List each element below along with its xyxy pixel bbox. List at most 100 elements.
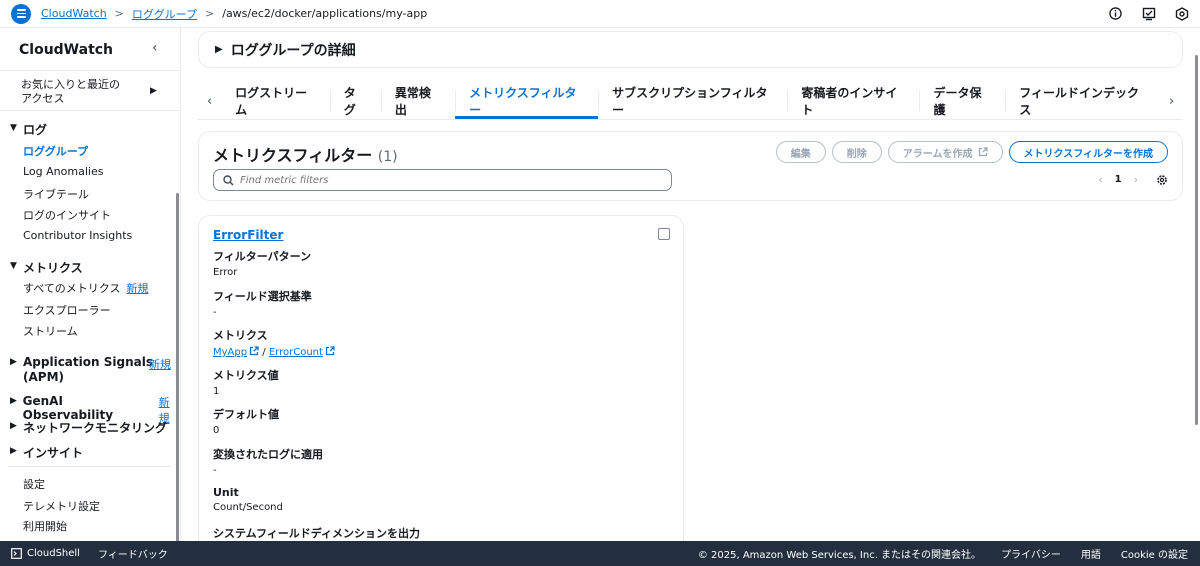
search-icon — [223, 174, 234, 186]
sidebar-section-network-monitoring[interactable]: ▶ ネットワークモニタリング — [10, 419, 167, 436]
panel-title: メトリクスフィルター (1) — [213, 142, 398, 166]
sidebar-title: CloudWatch — [19, 42, 114, 58]
sidebar-item-telemetry-settings[interactable]: テレメトリ設定 — [23, 498, 100, 514]
terminal-icon — [11, 548, 22, 559]
field-unit: Unit Count/Second — [213, 486, 283, 513]
field-label: メトリクス — [213, 329, 268, 342]
sidebar-scrollbar[interactable] — [176, 193, 179, 541]
previous-page-icon[interactable]: ‹ — [1098, 173, 1102, 186]
tab-data-protection[interactable]: データ保護 — [919, 83, 1005, 119]
cloudshell-button[interactable]: CloudShell — [11, 548, 80, 559]
caret-down-icon: ▼ — [10, 123, 17, 133]
select-checkbox[interactable] — [658, 228, 670, 240]
metric-filter-card: ErrorFilter フィルターパターン Error フィールド選択基準 - … — [198, 215, 684, 541]
chevron-left-icon[interactable]: ‹ — [152, 40, 158, 56]
field-filter-pattern: フィルターパターン Error — [213, 248, 311, 278]
chevron-left-icon[interactable]: ‹ — [198, 83, 221, 119]
preferences-gear-icon[interactable] — [1156, 174, 1168, 186]
external-link-icon — [249, 346, 259, 356]
caret-right-icon[interactable]: ▶ — [150, 86, 157, 96]
tab-anomaly-detection[interactable]: 異常検出 — [380, 83, 455, 119]
sidebar-item-settings[interactable]: 設定 — [23, 476, 45, 492]
edit-button[interactable]: 編集 — [775, 141, 826, 163]
search-box — [213, 169, 672, 191]
info-icon[interactable] — [1107, 5, 1124, 22]
main-content: ▶ ロググループの詳細 ‹ ログストリーム タグ 異常検出 メトリクスフィルター… — [181, 28, 1200, 541]
metric-namespace-link[interactable]: MyApp — [213, 347, 247, 358]
tab-tags[interactable]: タグ — [329, 83, 381, 119]
favorites-label-line2: アクセス — [21, 92, 65, 105]
field-value: MyApp / ErrorCount — [213, 346, 335, 358]
filter-name-link[interactable]: ErrorFilter — [213, 228, 283, 242]
privacy-link[interactable]: プライバシー — [1001, 546, 1061, 561]
cookie-settings-link[interactable]: Cookie の設定 — [1121, 546, 1188, 561]
notifications-icon[interactable] — [1140, 5, 1157, 22]
field-label: フィルターパターン — [213, 250, 312, 263]
feedback-link[interactable]: フィードバック — [98, 546, 168, 561]
field-label: 変換されたログに適用 — [213, 448, 323, 461]
top-navigation-bar: CloudWatch > ロググループ > /aws/ec2/docker/ap… — [0, 0, 1200, 28]
settings-icon[interactable] — [1173, 5, 1190, 22]
delete-button[interactable]: 削除 — [831, 141, 882, 163]
page-scrollbar[interactable] — [1195, 55, 1198, 425]
field-metric: メトリクス MyApp / ErrorCount — [213, 327, 335, 358]
section-label: ネットワークモニタリング — [23, 421, 168, 435]
sidebar-item-explorer[interactable]: エクスプローラー — [23, 302, 111, 318]
sidebar-item-favorites[interactable]: お気に入りと最近の アクセス — [21, 78, 131, 106]
breadcrumb-log-groups[interactable]: ロググループ — [132, 6, 197, 22]
sidebar-item-getting-started[interactable]: 利用開始 — [23, 518, 67, 534]
app-signals-line2: (APM) — [23, 370, 64, 384]
new-badge: 新規 — [126, 282, 149, 295]
section-label: ログ — [23, 123, 48, 137]
create-alarm-button[interactable]: アラームを作成 — [887, 141, 1003, 163]
field-metric-value: メトリクス値 1 — [213, 367, 279, 397]
chevron-right-icon: > — [205, 7, 215, 20]
sidebar-section-logs[interactable]: ▼ ログ — [10, 121, 47, 138]
caret-right-icon: ▶ — [10, 357, 17, 367]
external-link-icon — [978, 147, 988, 157]
caret-down-icon: ▼ — [10, 261, 17, 271]
metric-name-link[interactable]: ErrorCount — [269, 347, 323, 358]
field-apply-transformed-logs: 変換されたログに適用 - — [213, 446, 323, 476]
tab-metric-filters[interactable]: メトリクスフィルター — [455, 83, 599, 119]
field-emit-system-dimensions: システムフィールドディメンションを出力 — [213, 525, 420, 541]
menu-icon[interactable] — [11, 3, 31, 24]
terms-link[interactable]: 用語 — [1081, 546, 1101, 561]
tab-field-indexes[interactable]: フィールドインデックス — [1005, 83, 1160, 119]
section-label: Application Signals (APM) — [23, 355, 153, 385]
sidebar-item-log-anomalies[interactable]: Log Anomalies — [23, 165, 103, 178]
tab-log-streams[interactable]: ログストリーム — [221, 83, 330, 119]
tab-contributor-insights[interactable]: 寄稿者のインサイト — [787, 83, 919, 119]
sidebar-section-application-signals[interactable]: ▶ Application Signals (APM) — [10, 355, 153, 385]
breadcrumb-cloudwatch[interactable]: CloudWatch — [41, 7, 107, 20]
search-input[interactable] — [240, 174, 640, 186]
sidebar-item-all-metrics[interactable]: すべてのメトリクス 新規 — [23, 280, 148, 296]
sidebar-item-streams[interactable]: ストリーム — [23, 323, 78, 339]
tab-subscription-filters[interactable]: サブスクリプションフィルター — [598, 83, 787, 119]
sidebar-item-contributor-insights[interactable]: Contributor Insights — [23, 229, 132, 242]
page-number[interactable]: 1 — [1115, 174, 1122, 185]
chevron-right-icon[interactable]: › — [1160, 83, 1183, 119]
cloudshell-label: CloudShell — [27, 548, 80, 559]
field-value: - — [213, 307, 217, 318]
field-label: デフォルト値 — [213, 408, 279, 421]
next-page-icon[interactable]: › — [1134, 173, 1138, 186]
metric-filters-title: メトリクスフィルター — [213, 146, 373, 165]
sidebar-section-insights[interactable]: ▶ インサイト — [10, 444, 83, 461]
pagination: ‹ 1 › — [1098, 173, 1168, 186]
metric-filters-panel: メトリクスフィルター (1) 編集 削除 アラームを作成 メトリクスフィルターを… — [198, 131, 1183, 201]
field-selection-criteria: フィールド選択基準 - — [213, 288, 312, 318]
caret-right-icon: ▶ — [10, 421, 17, 431]
log-group-details-panel[interactable]: ▶ ロググループの詳細 — [198, 31, 1183, 68]
sidebar-item-live-tail[interactable]: ライブテール — [23, 186, 89, 202]
sidebar-item-log-groups[interactable]: ロググループ — [23, 143, 88, 159]
sidebar-item-logs-insights[interactable]: ログのインサイト — [23, 207, 111, 223]
favorites-label-line1: お気に入りと最近の — [21, 78, 120, 91]
field-label: メトリクス値 — [213, 369, 279, 382]
footer: CloudShell フィードバック © 2025, Amazon Web Se… — [0, 541, 1200, 566]
create-alarm-label: アラームを作成 — [902, 148, 973, 160]
sidebar-section-metrics[interactable]: ▼ メトリクス — [10, 259, 83, 276]
copyright-text: © 2025, Amazon Web Services, Inc. またはその関… — [697, 550, 982, 561]
new-badge: 新規 — [149, 358, 171, 371]
create-metric-filter-button[interactable]: メトリクスフィルターを作成 — [1008, 141, 1168, 163]
